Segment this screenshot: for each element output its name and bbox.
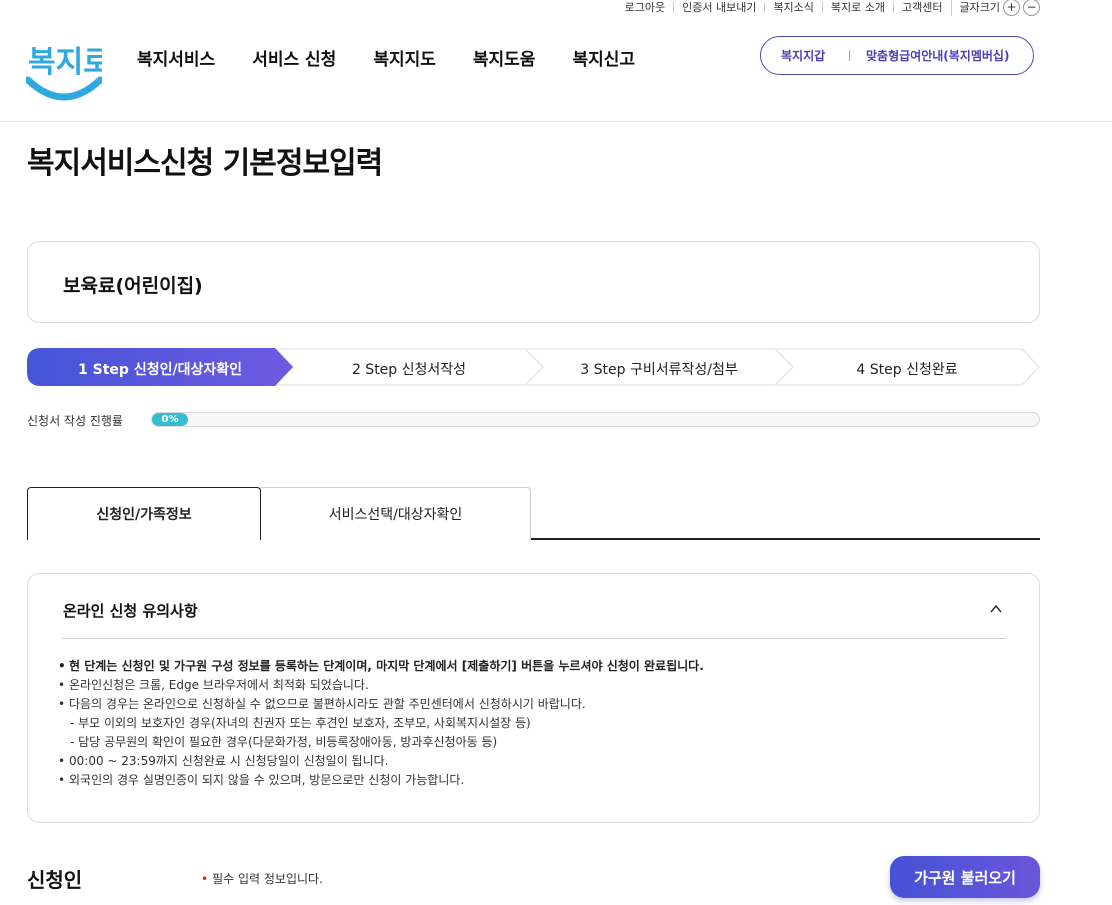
step-1-label: 1 Step 신청인/대상자확인 [78, 362, 242, 378]
service-name-box: 보육료(어린이집) [27, 241, 1040, 323]
gnb-service-apply[interactable]: 서비스 신청 [252, 45, 336, 70]
welfare-wallet-link[interactable]: 복지지갑 [761, 47, 849, 64]
required-note-text: 필수 입력 정보입니다. [212, 872, 323, 886]
gnb-welfare-help[interactable]: 복지도움 [473, 45, 536, 70]
chevron-up-icon[interactable] [989, 602, 1003, 616]
header-pill-menu: 복지지갑 맞춤형급여안내(복지멤버십) [760, 36, 1034, 75]
logo-icon: 복지로 [24, 45, 111, 101]
font-size-plus-button[interactable]: + [1003, 0, 1020, 16]
gnb-welfare-map[interactable]: 복지지도 [373, 45, 436, 70]
progress-label: 신청서 작성 진행률 [27, 414, 123, 428]
progress-track: 0% [151, 412, 1040, 427]
form-tabs: 신청인/가족정보 서비스선택/대상자확인 [27, 487, 1040, 542]
required-note: • 필수 입력 정보입니다. [201, 870, 323, 887]
pill-divider [849, 50, 850, 61]
required-dot: • [201, 872, 209, 886]
utility-bar: 로그아웃 인증서 내보내기 복지소식 복지로 소개 고객센터 글자크기 + − [617, 0, 1040, 16]
step-4-label: 4 Step 신청완료 [856, 362, 958, 378]
notice-list: 현 단계는 신청인 및 가구원 구성 정보를 등록하는 단계이며, 마지막 단계… [58, 657, 704, 790]
applicant-heading: 신청인 [27, 868, 83, 892]
notice-item: 외국인의 경우 실명인증이 되지 않을 수 있으며, 방문으로만 신청이 가능합… [58, 771, 704, 790]
main-navigation: 복지서비스 서비스 신청 복지지도 복지도움 복지신고 [137, 45, 672, 70]
gnb-welfare-service[interactable]: 복지서비스 [137, 45, 215, 70]
notice-subitem: - 부모 이외의 보호자인 경우(자녀의 친권자 또는 후견인 보호자, 조부모… [70, 716, 531, 730]
logout-link[interactable]: 로그아웃 [617, 2, 673, 13]
notice-item: 현 단계는 신청인 및 가구원 구성 정보를 등록하는 단계이며, 마지막 단계… [58, 657, 704, 676]
cert-export-link[interactable]: 인증서 내보내기 [673, 1, 764, 13]
progress-fill: 0% [152, 413, 188, 426]
step-indicator: 1 Step 신청인/대상자확인 2 Step 신청서작성 3 Step 구비서… [27, 348, 1040, 386]
notice-divider [62, 638, 1006, 639]
font-size-label: 글자크기 [959, 1, 1000, 14]
gnb-welfare-report[interactable]: 복지신고 [572, 45, 635, 70]
welfare-news-link[interactable]: 복지소식 [764, 1, 821, 13]
font-size-minus-button[interactable]: − [1023, 0, 1040, 16]
notice-item: 00:00 ~ 23:59까지 신청완료 시 신청당일이 신청일이 됩니다. [58, 752, 704, 771]
logo-text: 복지로 [28, 45, 102, 80]
site-logo[interactable]: 복지로 [24, 30, 111, 104]
notice-item: 다음의 경우는 온라인으로 신청하실 수 없으므로 불편하시라도 관할 주민센터… [58, 695, 704, 714]
online-notice-panel: 온라인 신청 유의사항 현 단계는 신청인 및 가구원 구성 정보를 등록하는 … [27, 573, 1040, 823]
step-2-label: 2 Step 신청서작성 [351, 362, 467, 378]
service-name: 보육료(어린이집) [63, 275, 203, 297]
tab-applicant-family[interactable]: 신청인/가족정보 [27, 487, 261, 542]
about-link[interactable]: 복지로 소개 [821, 1, 893, 13]
tab-service-select[interactable]: 서비스선택/대상자확인 [260, 487, 531, 540]
step-3-label: 3 Step 구비서류작성/첨부 [580, 362, 738, 378]
notice-title: 온라인 신청 유의사항 [63, 602, 198, 620]
customer-center-link[interactable]: 고객센터 [893, 1, 950, 13]
load-family-button[interactable]: 가구원 불러오기 [890, 856, 1040, 898]
page-title: 복지서비스신청 기본정보입력 [27, 146, 383, 181]
font-size-control: 글자크기 + − [950, 0, 1040, 16]
membership-link[interactable]: 맞춤형급여안내(복지멤버십) [866, 47, 1009, 64]
header-divider [0, 121, 1112, 122]
notice-subitem: - 담당 공무원의 확인이 필요한 경우(다문화가정, 비등록장애아동, 방과후… [70, 735, 498, 749]
notice-item: 온라인신청은 크롬, Edge 브라우저에서 최적화 되었습니다. [58, 676, 704, 695]
